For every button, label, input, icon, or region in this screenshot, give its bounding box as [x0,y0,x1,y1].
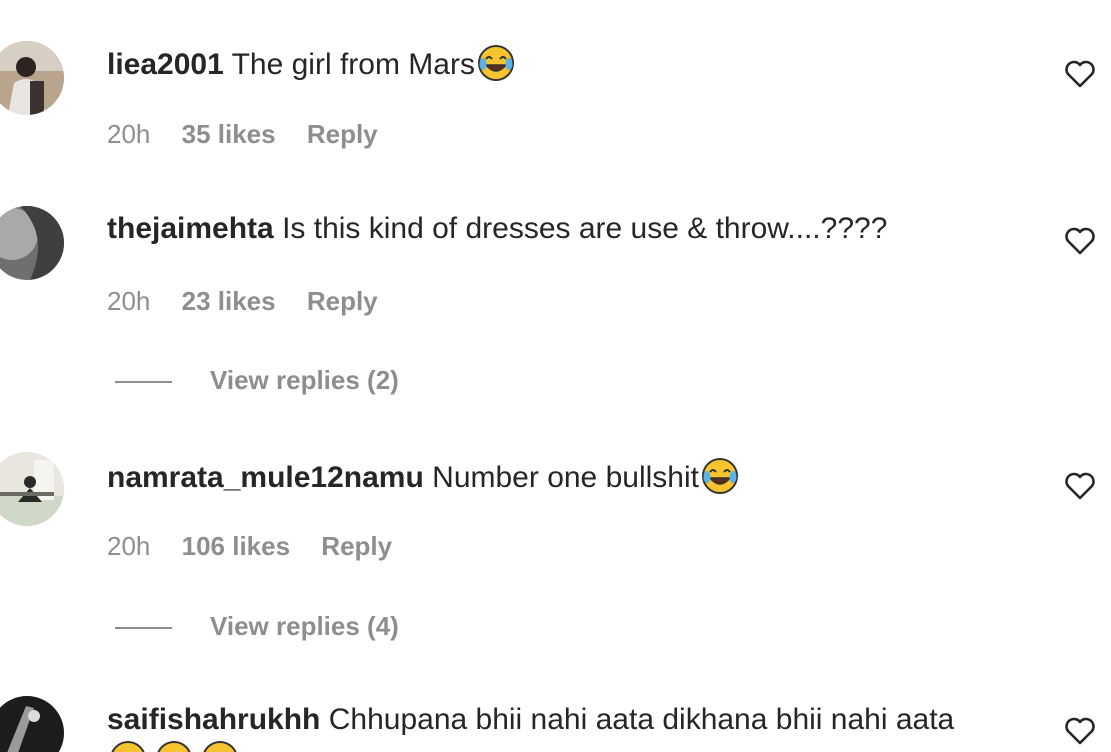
comment-text-line: thejaimehta Is this kind of dresses are … [107,211,887,247]
comment-text-line: namrata_mule12namu Number one bullshit [107,457,739,496]
face-with-tears-of-joy-icon [109,740,147,752]
comments-list: liea2001 The girl from Mars 20h 35 likes… [0,0,1111,752]
view-replies-label: View replies (4) [210,611,399,641]
face-with-tears-of-joy-icon [701,457,739,495]
reply-button[interactable]: Reply [307,286,378,316]
comment-text: Is this kind of dresses are use & throw.… [282,212,888,245]
comment-username[interactable]: saifishahrukhh [107,703,320,736]
comment-emoji-row [107,740,245,752]
comment-likes[interactable]: 23 likes [182,286,276,316]
comment-likes[interactable]: 106 likes [182,531,290,561]
heart-icon[interactable] [1063,57,1097,91]
comment-username[interactable]: namrata_mule12namu [107,461,424,494]
reply-button[interactable]: Reply [307,119,378,149]
comment-meta: 20h 23 likes Reply [107,286,402,316]
comment-time: 20h [107,286,151,316]
comment-time: 20h [107,119,151,149]
comment-meta: 20h 35 likes Reply [107,119,402,149]
view-replies-button[interactable]: View replies (2) [115,365,399,395]
comment-username[interactable]: thejaimehta [107,212,274,245]
face-with-tears-of-joy-icon [155,740,193,752]
comment-text: Number one bullshit [432,461,699,494]
avatar[interactable] [0,41,64,115]
reply-button[interactable]: Reply [321,531,392,561]
heart-icon[interactable] [1063,224,1097,258]
comment-time: 20h [107,531,151,561]
replies-divider [115,381,172,384]
avatar[interactable] [0,696,64,752]
heart-icon[interactable] [1063,714,1097,748]
avatar[interactable] [0,206,64,280]
comment-text: The girl from Mars [231,48,475,81]
face-with-tears-of-joy-icon [477,44,515,82]
face-with-tears-of-joy-icon [201,740,239,752]
replies-divider [115,627,172,630]
comment-meta: 20h 106 likes Reply [107,531,416,561]
comment-text-line: saifishahrukhh Chhupana bhii nahi aata d… [107,702,954,738]
heart-icon[interactable] [1063,469,1097,503]
view-replies-label: View replies (2) [210,365,399,395]
comment-likes[interactable]: 35 likes [182,119,276,149]
view-replies-button[interactable]: View replies (4) [115,611,399,641]
avatar[interactable] [0,452,64,526]
comment-text: Chhupana bhii nahi aata dikhana bhii nah… [328,703,955,736]
comment-text-line: liea2001 The girl from Mars [107,44,515,83]
comment-username[interactable]: liea2001 [107,48,224,81]
